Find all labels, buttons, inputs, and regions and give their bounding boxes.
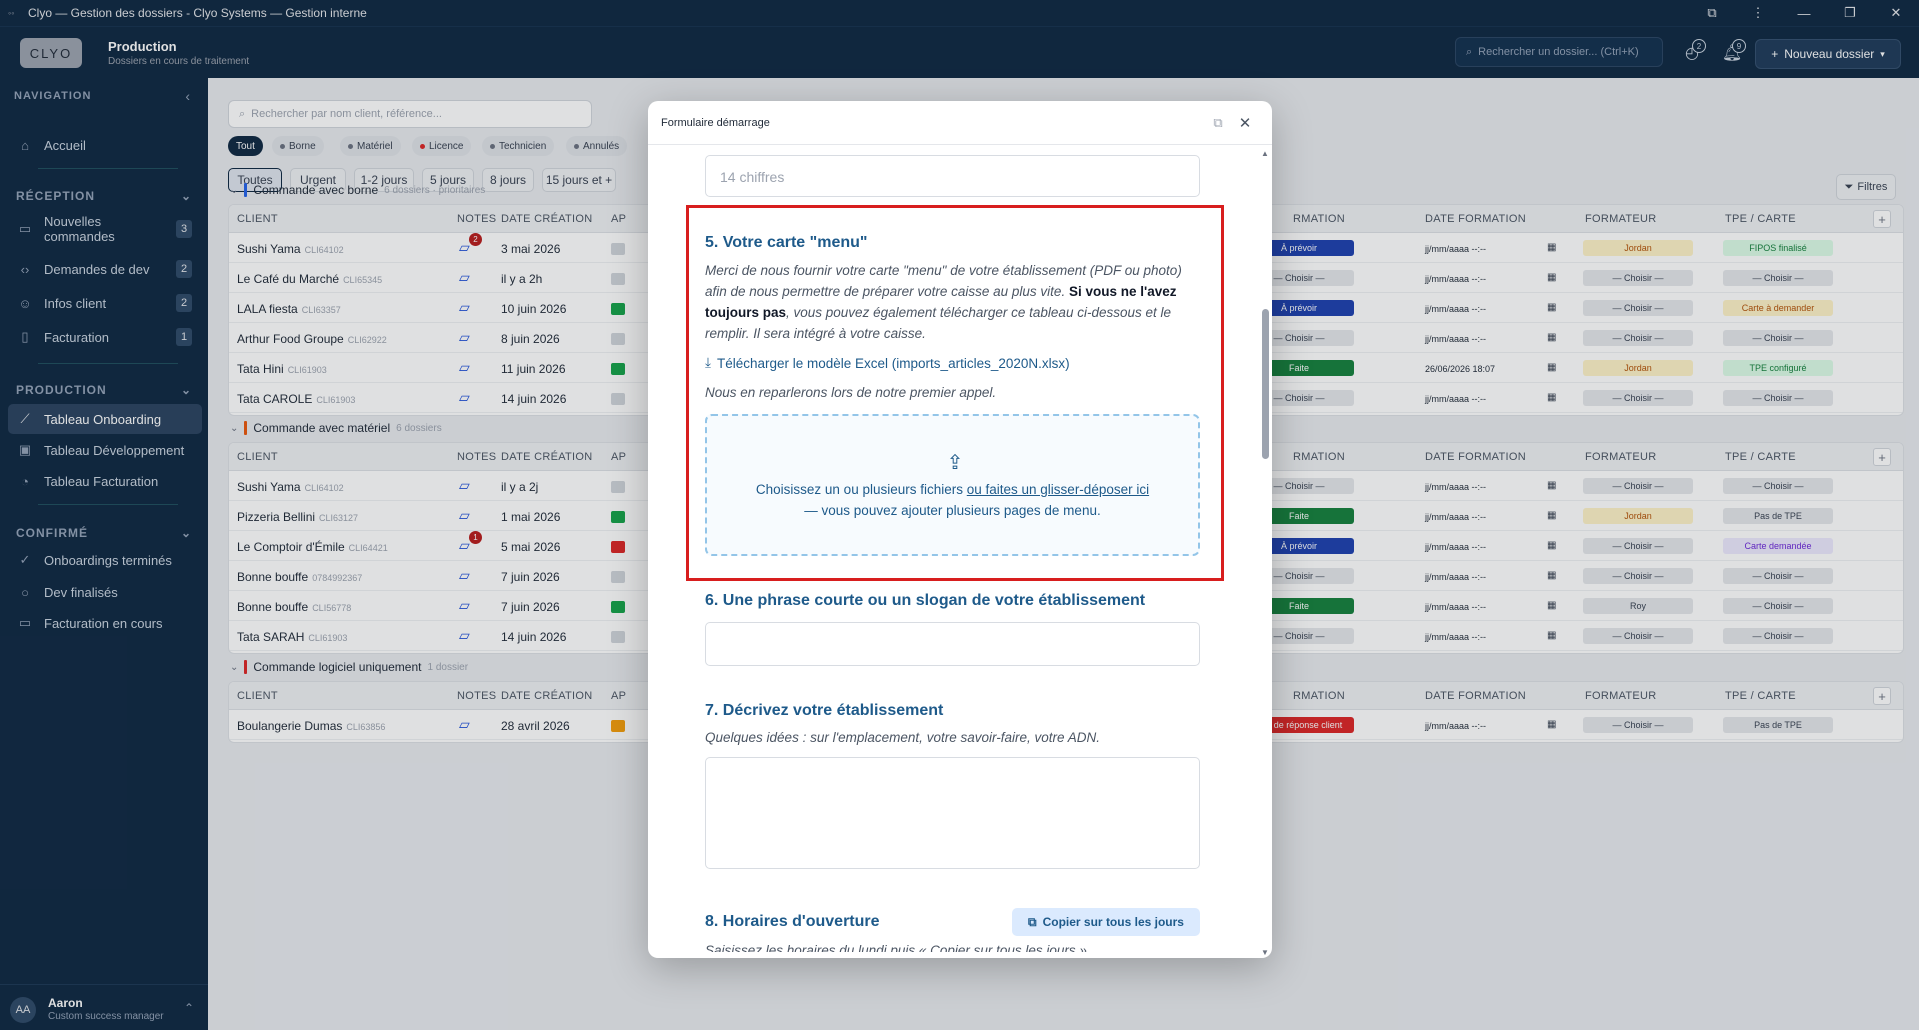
siret-input[interactable]: 14 chiffres [705, 155, 1200, 197]
copy-icon: ⧉ [1028, 914, 1037, 929]
scroll-down-icon[interactable]: ▼ [1261, 948, 1269, 957]
slogan-input[interactable] [705, 622, 1200, 666]
highlight-box [686, 205, 1224, 581]
description-textarea[interactable] [705, 757, 1200, 869]
modal-title: Formulaire démarrage [661, 117, 770, 129]
modal-scrollbar[interactable]: ▲ ▼ [1260, 149, 1270, 957]
close-icon[interactable]: ✕ [1235, 113, 1255, 133]
question-8-description: Saisissez les horaires du lundi puis « C… [705, 943, 1091, 952]
question-7-title: 7. Décrivez votre établissement [705, 702, 944, 719]
copy-all-days-label: Copier sur tous les jours [1042, 915, 1184, 929]
question-8-title: 8. Horaires d'ouverture [705, 913, 880, 930]
question-7-description: Quelques idées : sur l'emplacement, votr… [705, 730, 1100, 745]
scroll-thumb[interactable] [1262, 309, 1269, 459]
external-link-icon[interactable]: ⧉ [1208, 113, 1228, 133]
siret-placeholder: 14 chiffres [720, 169, 785, 185]
scroll-up-icon[interactable]: ▲ [1261, 149, 1269, 158]
modal-header: Formulaire démarrage ⧉ ✕ [648, 101, 1272, 145]
copy-all-days-button[interactable]: ⧉ Copier sur tous les jours [1012, 908, 1200, 936]
question-6-title: 6. Une phrase courte ou un slogan de vot… [705, 592, 1146, 609]
